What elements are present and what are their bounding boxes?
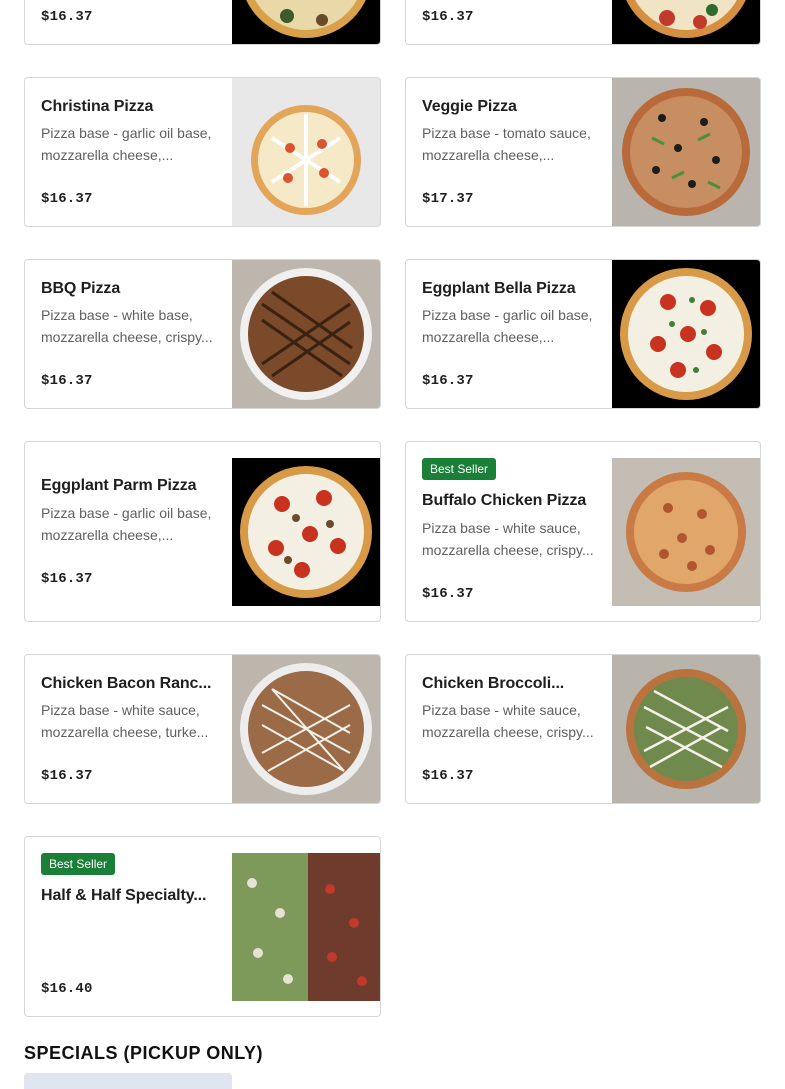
item-description-line: Pizza base - garlic oil base, bbox=[41, 125, 212, 141]
pizza-image bbox=[612, 0, 760, 44]
item-name: BBQ Pizza bbox=[41, 280, 121, 297]
item-description: Pizza base - white sauce, mozzarella che… bbox=[422, 699, 600, 743]
item-description: Pizza base - tomato sauce, mozzarella ch… bbox=[422, 122, 600, 166]
pizza-image bbox=[232, 260, 380, 408]
item-price: $16.37 bbox=[41, 768, 93, 784]
card-info: Chicken Broccoli... Pizza base - white s… bbox=[422, 655, 602, 803]
item-description: Pizza base - garlic oil base, mozzarella… bbox=[41, 122, 219, 166]
pizza-image bbox=[612, 655, 760, 803]
card-info: Eggplant Bella Pizza Pizza base - garlic… bbox=[422, 260, 602, 408]
card-info: Christina Pizza Pizza base - garlic oil … bbox=[41, 78, 221, 226]
menu-item-card[interactable]: Best Seller Buffalo Chicken Pizza Pizza … bbox=[405, 441, 761, 622]
pizza-image bbox=[612, 458, 760, 606]
section-title: SPECIALS (PICKUP ONLY) bbox=[24, 1043, 264, 1063]
item-description-line: mozzarella cheese,... bbox=[422, 329, 555, 345]
pizza-image bbox=[612, 260, 760, 408]
menu-item-card[interactable]: $16.37 bbox=[405, 0, 761, 45]
menu-item-card[interactable]: Best Seller Half & Half Specialty... $16… bbox=[24, 836, 381, 1017]
item-description-line: Pizza base - tomato sauce, bbox=[422, 125, 591, 141]
menu-item-card[interactable]: Veggie Pizza Pizza base - tomato sauce, … bbox=[405, 77, 761, 227]
pizza-image bbox=[232, 458, 380, 606]
item-name: Half & Half Specialty... bbox=[41, 887, 207, 904]
item-description-line: Pizza base - white sauce, bbox=[422, 520, 581, 536]
item-price: $16.37 bbox=[41, 571, 93, 587]
item-description: Pizza base - white sauce, mozzarella che… bbox=[422, 517, 600, 561]
item-description-line: Pizza base - white sauce, bbox=[422, 702, 581, 718]
card-info: Best Seller Buffalo Chicken Pizza Pizza … bbox=[422, 442, 602, 621]
best-seller-badge: Best Seller bbox=[422, 458, 497, 480]
item-description-line: mozzarella cheese, crispy... bbox=[422, 542, 594, 558]
item-description-line: Pizza base - garlic oil base, bbox=[422, 307, 593, 323]
card-info: Chicken Bacon Ranc... Pizza base - white… bbox=[41, 655, 221, 803]
item-name: Chicken Broccoli... bbox=[422, 675, 565, 692]
card-info: $16.37 bbox=[422, 0, 602, 44]
pizza-image bbox=[232, 78, 380, 226]
item-description-line: Pizza base - white sauce, bbox=[41, 702, 200, 718]
item-description-line: Pizza base - white base, bbox=[41, 307, 193, 323]
item-description-line: mozzarella cheese, turke... bbox=[41, 724, 209, 740]
menu-item-card[interactable]: $16.37 bbox=[24, 0, 381, 45]
item-price: $16.37 bbox=[422, 768, 474, 784]
item-price: $16.37 bbox=[422, 586, 474, 602]
pizza-image bbox=[232, 853, 380, 1001]
item-description-line: Pizza base - garlic oil base, bbox=[41, 505, 212, 521]
item-price: $17.37 bbox=[422, 191, 474, 207]
item-price: $16.37 bbox=[422, 9, 474, 25]
best-seller-badge: Best Seller bbox=[41, 853, 116, 875]
item-name: Buffalo Chicken Pizza bbox=[422, 492, 587, 509]
item-price: $16.40 bbox=[41, 981, 93, 997]
item-description-line: mozzarella cheese,... bbox=[422, 147, 555, 163]
item-name: Christina Pizza bbox=[41, 98, 154, 115]
item-description: Pizza base - white sauce, mozzarella che… bbox=[41, 699, 219, 743]
item-name: Eggplant Bella Pizza bbox=[422, 280, 576, 297]
item-description-line: mozzarella cheese,... bbox=[41, 527, 174, 543]
item-description-line: mozzarella cheese, crispy... bbox=[422, 724, 594, 740]
pizza-image bbox=[232, 655, 380, 803]
item-description: Pizza base - garlic oil base, mozzarella… bbox=[41, 502, 219, 546]
item-description: Pizza base - garlic oil base, mozzarella… bbox=[422, 304, 600, 348]
item-name: Eggplant Parm Pizza bbox=[41, 477, 197, 494]
item-name: Veggie Pizza bbox=[422, 98, 517, 115]
item-name: Chicken Bacon Ranc... bbox=[41, 675, 212, 692]
specials-card[interactable] bbox=[24, 1073, 232, 1089]
card-info: $16.37 bbox=[41, 0, 221, 44]
item-price: $16.37 bbox=[422, 373, 474, 389]
item-price: $16.37 bbox=[41, 373, 93, 389]
item-description-line: mozzarella cheese, crispy... bbox=[41, 329, 213, 345]
menu-item-card[interactable]: Eggplant Bella Pizza Pizza base - garlic… bbox=[405, 259, 761, 409]
menu-item-card[interactable]: BBQ Pizza Pizza base - white base, mozza… bbox=[24, 259, 381, 409]
card-info: Eggplant Parm Pizza Pizza base - garlic … bbox=[41, 442, 221, 621]
menu-item-card[interactable]: Eggplant Parm Pizza Pizza base - garlic … bbox=[24, 441, 381, 622]
pizza-image bbox=[232, 0, 380, 44]
pizza-image bbox=[612, 78, 760, 226]
menu-item-card[interactable]: Chicken Bacon Ranc... Pizza base - white… bbox=[24, 654, 381, 804]
card-info: BBQ Pizza Pizza base - white base, mozza… bbox=[41, 260, 221, 408]
item-price: $16.37 bbox=[41, 191, 93, 207]
item-description: Pizza base - white base, mozzarella chee… bbox=[41, 304, 219, 348]
menu-item-card[interactable]: Christina Pizza Pizza base - garlic oil … bbox=[24, 77, 381, 227]
card-info: Veggie Pizza Pizza base - tomato sauce, … bbox=[422, 78, 602, 226]
menu-item-card[interactable]: Chicken Broccoli... Pizza base - white s… bbox=[405, 654, 761, 804]
item-price: $16.37 bbox=[41, 9, 93, 25]
item-description-line: mozzarella cheese,... bbox=[41, 147, 174, 163]
card-info: Best Seller Half & Half Specialty... $16… bbox=[41, 837, 221, 1016]
